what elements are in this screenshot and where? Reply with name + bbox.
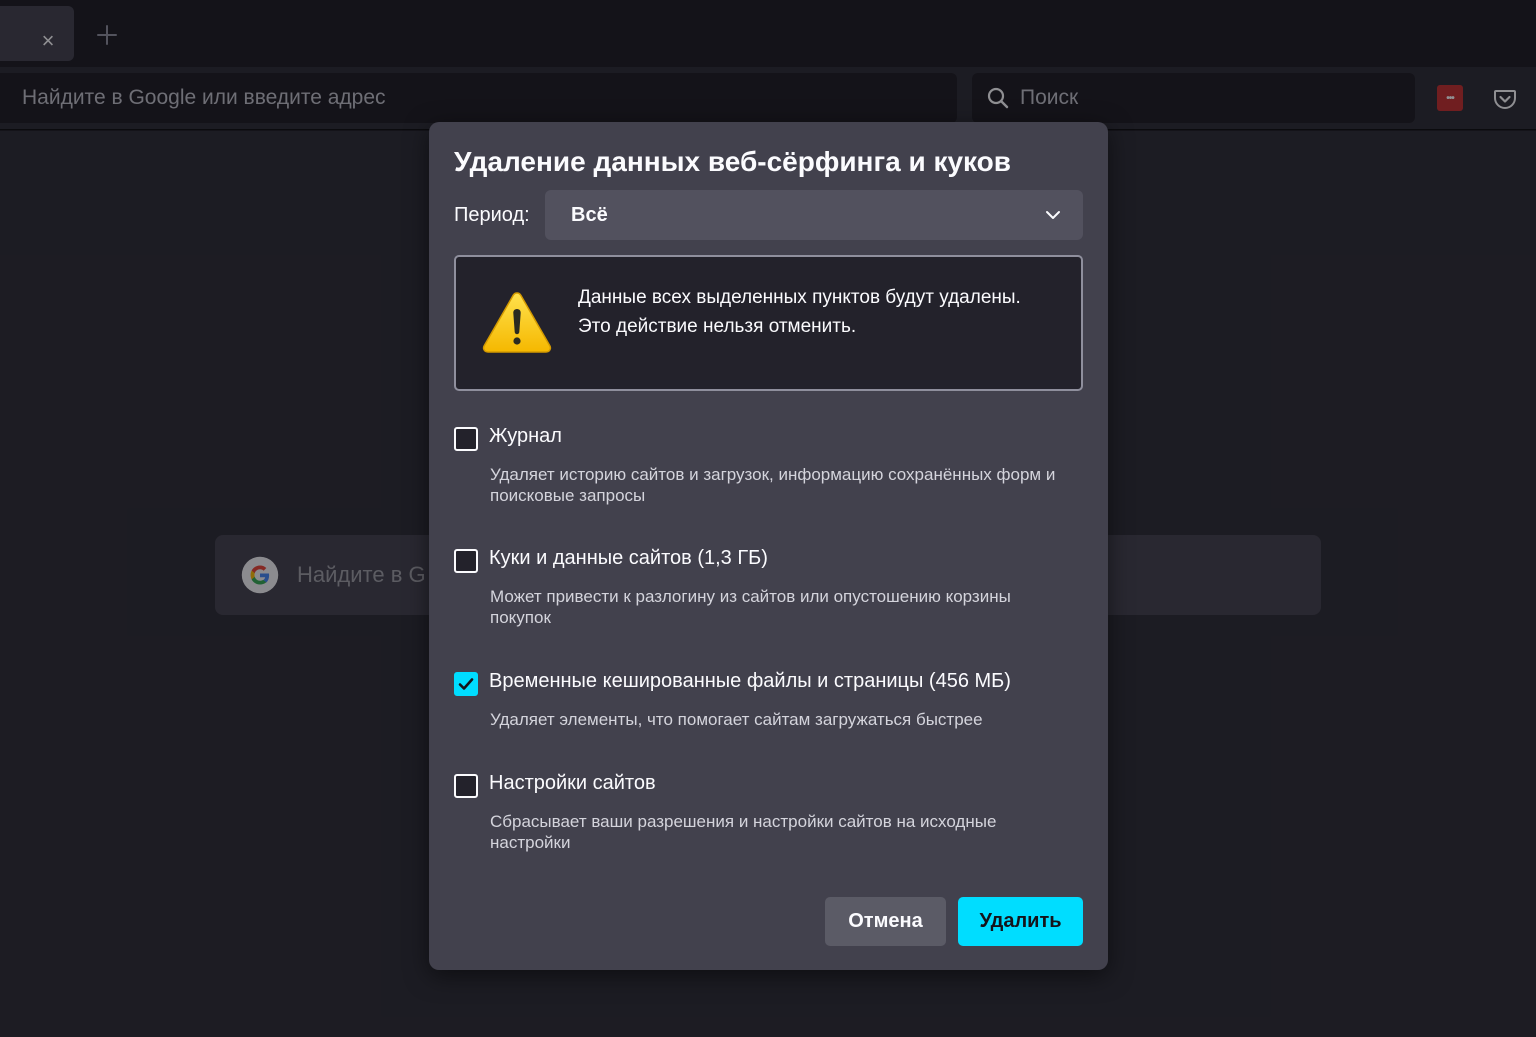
clear-data-dialog: Удаление данных веб-сёрфинга и куков Пер… — [429, 122, 1108, 970]
site-settings-checkbox[interactable] — [454, 774, 478, 798]
option-description: Сбрасывает ваши разрешения и настройки с… — [490, 812, 997, 852]
period-select-value: Всё — [571, 203, 608, 226]
period-label: Период: — [454, 204, 530, 226]
delete-button[interactable]: Удалить — [958, 897, 1083, 946]
warning-icon — [482, 292, 552, 353]
dialog-title: Удаление данных веб-сёрфинга и куков — [454, 146, 1011, 177]
warning-box: Данные всех выделенных пунктов будут уда… — [454, 255, 1083, 391]
warning-line-1: Данные всех выделенных пунктов будут уда… — [578, 287, 1021, 308]
warning-text: Данные всех выделенных пунктов будут уда… — [578, 285, 1048, 339]
checkmark-icon — [458, 678, 474, 690]
option-label[interactable]: Временные кешированные файлы и страницы … — [489, 670, 1011, 693]
period-select[interactable]: Всё — [545, 190, 1083, 240]
cancel-button[interactable]: Отмена — [825, 897, 946, 946]
option-label[interactable]: Журнал — [489, 425, 562, 448]
option-label[interactable]: Настройки сайтов — [489, 772, 656, 795]
cache-checkbox[interactable] — [454, 672, 478, 696]
cookies-checkbox[interactable] — [454, 549, 478, 573]
option-description: Может привести к разлогину из сайтов или… — [490, 587, 1011, 627]
warning-line-2: Это действие нельзя отменить. — [578, 316, 857, 337]
option-label[interactable]: Куки и данные сайтов (1,3 ГБ) — [489, 547, 768, 570]
option-description: Удаляет историю сайтов и загрузок, инфор… — [490, 465, 1056, 505]
history-checkbox[interactable] — [454, 427, 478, 451]
chevron-down-icon — [1046, 211, 1060, 219]
option-description: Удаляет элементы, что помогает сайтам за… — [490, 710, 983, 729]
